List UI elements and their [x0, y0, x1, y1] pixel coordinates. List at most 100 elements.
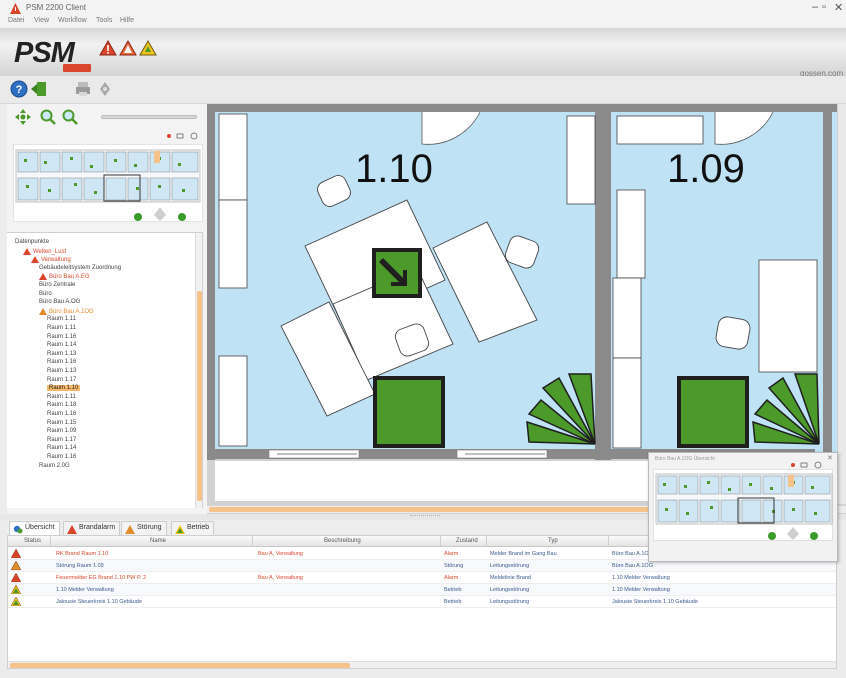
tree-item[interactable]: Büro Bau A.1OG	[39, 307, 94, 315]
tree-item[interactable]: Büro Zentrale	[39, 282, 75, 288]
tree-item[interactable]: Raum 1.11	[47, 325, 76, 331]
cell-state: Störung	[444, 563, 464, 569]
alarm-green-icon	[175, 525, 185, 534]
tab-overview[interactable]: Übersicht	[9, 521, 60, 535]
menu-tools[interactable]: Tools	[96, 17, 112, 24]
alarm-green-icon	[11, 585, 21, 594]
alarm-red-icon[interactable]	[99, 40, 117, 56]
cell-name: Störung Raum 1.09	[56, 563, 104, 569]
cell-type: Leitungsstörung	[490, 599, 530, 605]
tab-fault[interactable]: Störung	[121, 521, 167, 535]
tree-item[interactable]: Gebäudeleitsystem Zuordnung	[39, 265, 121, 271]
overview-tools	[167, 132, 198, 140]
overview-icon	[13, 525, 23, 534]
tree-item-label: Datenpunkte	[15, 239, 50, 245]
tree-item[interactable]: Raum 2.0G	[39, 463, 70, 469]
tree-item-label: Raum 1.15	[47, 419, 77, 426]
tree-item[interactable]: Raum 1.16	[47, 411, 76, 417]
room-number-1-10: 1.10	[355, 147, 433, 191]
tree-item[interactable]: Raum 1.13	[47, 368, 76, 374]
floorplan-vertical-scrollbar[interactable]	[837, 104, 846, 504]
tree-item[interactable]: Raum 1.18	[47, 402, 76, 408]
tree-item[interactable]: Büro Bau A.EG	[39, 273, 90, 280]
tree-item[interactable]: Raum 1.13	[47, 351, 76, 357]
table-row[interactable]: 1.10 Melder Verwaltung Betrieb Leitungsstö…	[8, 584, 836, 596]
menu-datei[interactable]: Datei	[8, 17, 24, 24]
zoom-out-icon[interactable]	[62, 109, 78, 125]
tab-operation[interactable]: Betrieb	[171, 521, 215, 535]
tree-item[interactable]: Raum 1.17	[47, 377, 76, 383]
tree-item[interactable]: Raum 1.16	[47, 359, 76, 365]
tree-item[interactable]: Raum 1.16	[47, 334, 76, 340]
tree-item-label: Raum 1.16	[47, 333, 77, 340]
column-state[interactable]: Zustand	[456, 538, 478, 544]
tree-item-label: Büro Bau A.EG	[49, 274, 90, 281]
tree-item[interactable]: Raum 1.16	[47, 454, 76, 460]
zoom-in-icon[interactable]	[40, 109, 56, 125]
table-row[interactable]: Jalousie Steuerkreis 1.10 Gebäude Betrieb…	[8, 596, 836, 608]
mini-map-close-button[interactable]: ✕	[827, 454, 833, 462]
maximize-button[interactable]: ▫	[822, 1, 826, 13]
mini-map-window[interactable]: Büro Bau A.1OG Übersicht ✕	[648, 452, 838, 562]
tree-item[interactable]: Raum 1.15	[47, 420, 76, 426]
tree-item[interactable]: Raum 1.11	[47, 316, 76, 322]
overview-map[interactable]	[13, 144, 203, 222]
print-icon[interactable]	[74, 80, 92, 98]
table-scroll-thumb[interactable]	[10, 663, 350, 668]
exit-icon[interactable]	[30, 80, 48, 98]
table-row[interactable]: Feuermelder EG Brand 1.10 PW P. 2 Bau A, …	[8, 572, 836, 584]
app-window: PSM 2200 Client – ▫ ✕ Datei View Workflo…	[0, 0, 846, 678]
help-icon[interactable]: ?	[10, 80, 28, 98]
tree-item-label: Raum 2.0G	[39, 462, 70, 469]
tree-item-label: Raum 1.17	[47, 436, 77, 443]
navigator-panel: Datenpunkte Welten_Lust Verwaltung Gebäudel…	[7, 104, 207, 514]
cell-extra: 1.10 Melder Verwaltung	[612, 587, 670, 593]
cell-type: Leitungsstörung	[490, 563, 530, 569]
tree-item-label: Raum 1.16	[47, 411, 77, 417]
pan-icon[interactable]	[15, 109, 31, 125]
tree-item[interactable]: Büro Bau A.OG	[39, 299, 80, 305]
zoom-slider[interactable]	[101, 115, 197, 119]
table-horizontal-scrollbar[interactable]	[8, 661, 836, 668]
tree-item[interactable]: Raum 1.09	[47, 428, 76, 434]
floorplan-scroll-thumb[interactable]	[209, 507, 679, 512]
svg-text:?: ?	[16, 84, 23, 96]
alarm-orange-icon[interactable]	[119, 40, 137, 56]
tree-item[interactable]: Büro	[39, 291, 52, 297]
cell-type: Melder Brand im Gang Bau	[490, 551, 557, 557]
cell-state: Alarm	[444, 551, 459, 557]
tree-item[interactable]: Raum 1.14	[47, 342, 76, 348]
floorplan-canvas[interactable]: 1.10 1.09	[207, 104, 846, 508]
tree-item[interactable]: Raum 1.17	[47, 437, 76, 443]
tree-scrollbar[interactable]	[195, 233, 202, 508]
close-button[interactable]: ✕	[834, 1, 843, 14]
alarm-yellow-icon[interactable]	[139, 40, 157, 56]
column-type[interactable]: Typ	[548, 538, 558, 544]
tab-fire-alarm[interactable]: Brandalarm	[63, 521, 121, 535]
tree-item-label: Büro Bau A.OG	[39, 299, 81, 306]
column-description[interactable]: Beschreibung	[324, 538, 361, 544]
tree-item[interactable]: Raum 1.11	[47, 394, 76, 400]
tree-scroll-thumb[interactable]	[197, 291, 202, 501]
tree-item[interactable]: Raum 1.10	[47, 385, 81, 392]
tab-fault-label: Störung	[137, 524, 162, 531]
menu-workflow[interactable]: Workflow	[58, 17, 87, 24]
toolbar: ?	[0, 76, 846, 104]
tree-item-label: Verwaltung	[41, 257, 71, 264]
mini-map[interactable]	[653, 469, 833, 541]
tree-item-label: Raum 1.16	[47, 359, 77, 366]
tree-item[interactable]: Verwaltung	[31, 256, 71, 263]
tree-item-label: Raum 1.14	[47, 342, 77, 349]
minimize-button[interactable]: –	[812, 1, 818, 13]
tree-item[interactable]: Datenpunkte	[15, 239, 49, 245]
cell-extra: Jalousie Steuerkreis 1.10 Gebäude	[612, 599, 698, 605]
splitter-grip[interactable]	[410, 515, 440, 518]
tree-item[interactable]: Welten_Lust	[23, 247, 66, 255]
settings-icon[interactable]	[96, 80, 114, 98]
tab-fire-alarm-label: Brandalarm	[79, 524, 116, 531]
tree-item[interactable]: Raum 1.14	[47, 445, 76, 451]
menu-hilfe[interactable]: Hilfe	[120, 17, 134, 24]
column-status[interactable]: Status	[24, 538, 41, 544]
menu-view[interactable]: View	[34, 17, 49, 24]
column-name[interactable]: Name	[150, 538, 166, 544]
